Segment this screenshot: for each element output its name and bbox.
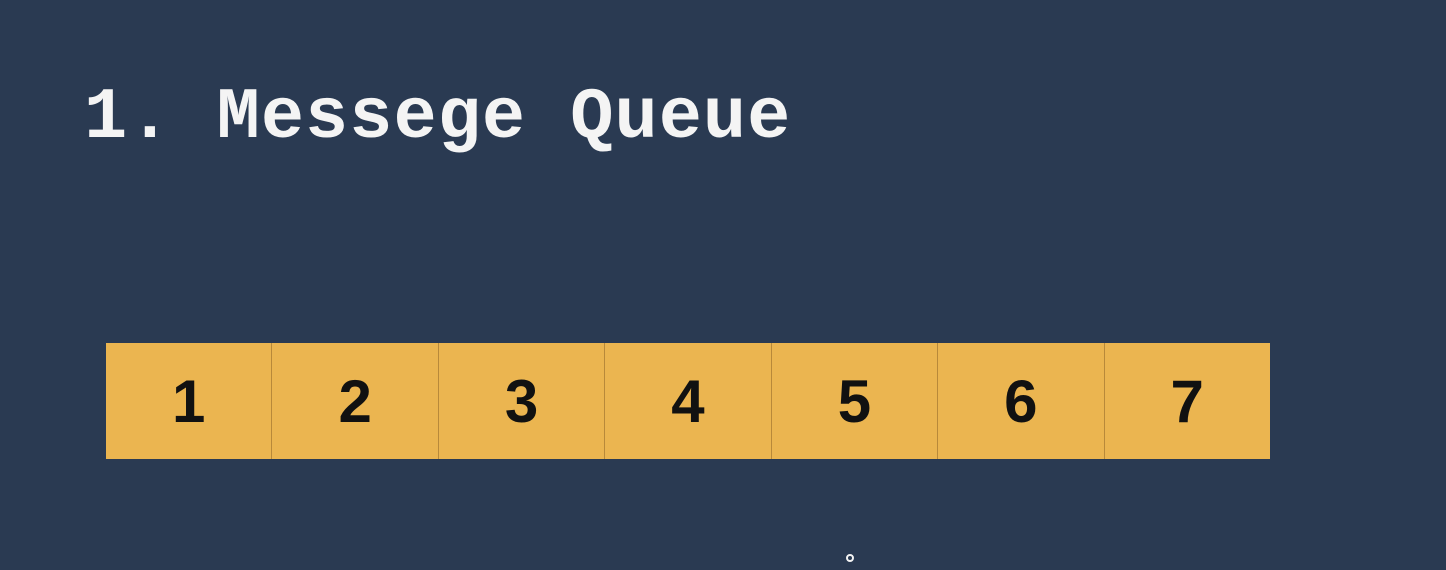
queue-cell: 6	[938, 343, 1105, 459]
queue-cell: 1	[106, 343, 273, 459]
queue-cell: 4	[605, 343, 772, 459]
message-queue: 1 2 3 4 5 6 7	[106, 343, 1270, 459]
slide-title: 1. Messege Queue	[84, 77, 792, 159]
queue-cell: 3	[439, 343, 606, 459]
pointer-cursor-icon	[846, 554, 854, 562]
queue-cell: 7	[1170, 367, 1204, 435]
queue-cell: 2	[272, 343, 439, 459]
queue-cell: 5	[772, 343, 939, 459]
slide: 1. Messege Queue 1 2 3 4 5 6 7	[0, 0, 1446, 570]
